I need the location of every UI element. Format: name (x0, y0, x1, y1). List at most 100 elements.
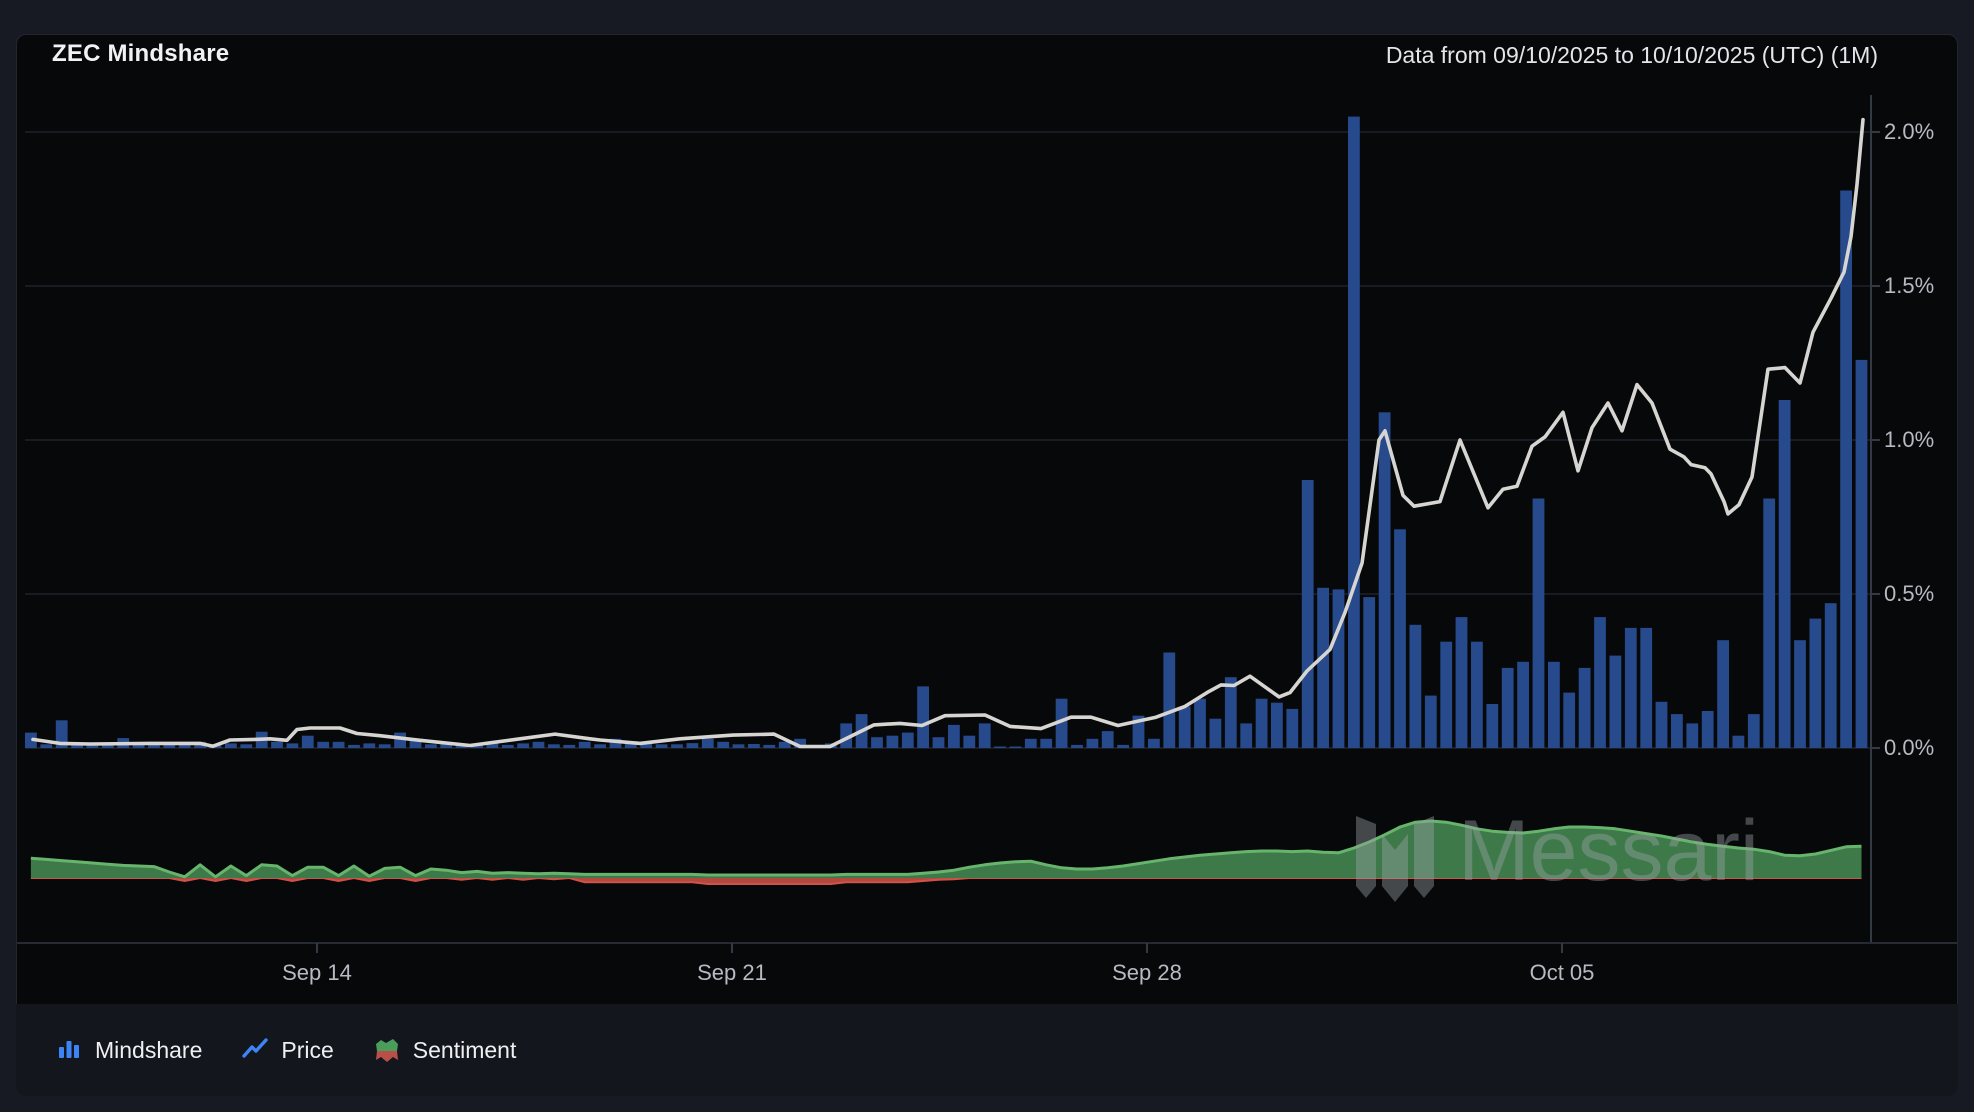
mindshare-bar (1040, 739, 1052, 748)
mindshare-bar (163, 745, 175, 748)
mindshare-bar (533, 742, 545, 748)
mindshare-bar (1702, 711, 1714, 748)
line-chart-icon (242, 1036, 268, 1064)
mindshare-bar (917, 686, 929, 748)
mindshare-bar (1517, 662, 1529, 748)
mindshare-bar (994, 747, 1006, 749)
mindshare-bar (425, 744, 437, 748)
mindshare-bar (1810, 619, 1822, 748)
chart-canvas[interactable]: Messari0.0%0.5%1.0%1.5%2.0%Sep 14Sep 21S… (0, 0, 1974, 1112)
mindshare-bar (1748, 714, 1760, 748)
watermark-text: Messari (1458, 803, 1759, 899)
mindshare-bar (1794, 640, 1806, 748)
mindshare-bar (502, 745, 514, 748)
mindshare-bar (963, 736, 975, 748)
bar-chart-icon (56, 1036, 82, 1064)
legend-item-price[interactable]: Price (242, 1036, 333, 1064)
mindshare-bar (1456, 617, 1468, 748)
mindshare-bar (1763, 499, 1775, 749)
mindshare-bar (1548, 662, 1560, 748)
mindshare-bar (1194, 699, 1206, 748)
mindshare-bar (302, 736, 314, 748)
messari-logo (1356, 816, 1376, 898)
mindshare-bar (1594, 617, 1606, 748)
mindshare-bar (225, 743, 237, 748)
mindshare-bar (1210, 719, 1222, 748)
legend-item-sentiment[interactable]: Sentiment (374, 1036, 517, 1064)
mindshare-bar (763, 745, 775, 748)
mindshare-bar (1148, 739, 1160, 748)
mindshare-bar (363, 743, 375, 748)
sentiment-badge-icon (374, 1036, 400, 1064)
legend-item-mindshare[interactable]: Mindshare (56, 1036, 202, 1064)
mindshare-bar (1348, 117, 1360, 748)
y-axis-label: 0.0% (1884, 735, 1934, 760)
mindshare-bar (656, 744, 668, 748)
mindshare-bar (1733, 736, 1745, 748)
mindshare-bar (1625, 628, 1637, 748)
mindshare-bar (1117, 745, 1129, 748)
mindshare-bar (1686, 723, 1698, 748)
mindshare-bar (1471, 642, 1483, 748)
mindshare-bar (1717, 640, 1729, 748)
mindshare-bar (979, 723, 991, 748)
mindshare-bar (717, 742, 729, 748)
mindshare-bar (1225, 677, 1237, 748)
mindshare-bar (933, 737, 945, 748)
y-axis-label: 1.0% (1884, 427, 1934, 452)
mindshare-bar (1440, 642, 1452, 748)
mindshare-bar (1010, 747, 1022, 749)
mindshare-bar (1317, 588, 1329, 748)
mindshare-bar (1286, 709, 1298, 748)
mindshare-bar (1087, 739, 1099, 748)
messari-watermark: Messari (1356, 803, 1759, 902)
mindshare-bar (1256, 699, 1268, 748)
mindshare-bar (902, 733, 914, 748)
mindshare-bar (1071, 745, 1083, 748)
mindshare-bar (287, 743, 299, 748)
mindshare-bar (871, 737, 883, 748)
mindshare-bar (1656, 702, 1668, 748)
x-axis-label: Oct 05 (1530, 960, 1595, 985)
mindshare-bar (1333, 589, 1345, 748)
mindshare-bar (671, 744, 683, 748)
y-axis-label: 0.5% (1884, 581, 1934, 606)
mindshare-bar (948, 725, 960, 748)
mindshare-bar (1533, 499, 1545, 749)
mindshare-bar (1363, 597, 1375, 748)
mindshare-bar (1856, 360, 1868, 748)
mindshare-bar (1163, 653, 1175, 749)
x-axis-label: Sep 21 (697, 960, 767, 985)
page-background: ZEC Mindshare Data from 09/10/2025 to 10… (0, 0, 1974, 1112)
y-axis-label: 1.5% (1884, 273, 1934, 298)
mindshare-bar (1640, 628, 1652, 748)
mindshare-bar (240, 744, 252, 748)
mindshare-bar (594, 744, 606, 748)
x-axis-label: Sep 28 (1112, 960, 1182, 985)
mindshare-bar (1579, 668, 1591, 748)
mindshare-bar (1563, 693, 1575, 748)
mindshare-bar (394, 733, 406, 748)
mindshare-bar (40, 744, 52, 748)
legend-label-price: Price (281, 1037, 333, 1064)
mindshare-bar (687, 743, 699, 748)
mindshare-bar (1394, 529, 1406, 748)
mindshare-bar (1425, 696, 1437, 748)
mindshare-bar (548, 744, 560, 748)
mindshare-bar (1779, 400, 1791, 748)
x-axis-label: Sep 14 (282, 960, 352, 985)
legend-label-sentiment: Sentiment (413, 1037, 517, 1064)
chart-legend: Mindshare Price Sentiment (16, 1004, 1958, 1096)
legend-label-mindshare: Mindshare (95, 1037, 202, 1064)
mindshare-bar (1825, 603, 1837, 748)
mindshare-bar (379, 744, 391, 748)
mindshare-bar (1410, 625, 1422, 748)
mindshare-bar (1502, 668, 1514, 748)
mindshare-bar (1240, 723, 1252, 748)
mindshare-bar (517, 743, 529, 748)
mindshare-bar (317, 742, 329, 748)
mindshare-bar (702, 739, 714, 748)
mindshare-bar (348, 745, 360, 748)
mindshare-bar (579, 742, 591, 748)
price-line (33, 120, 1863, 747)
